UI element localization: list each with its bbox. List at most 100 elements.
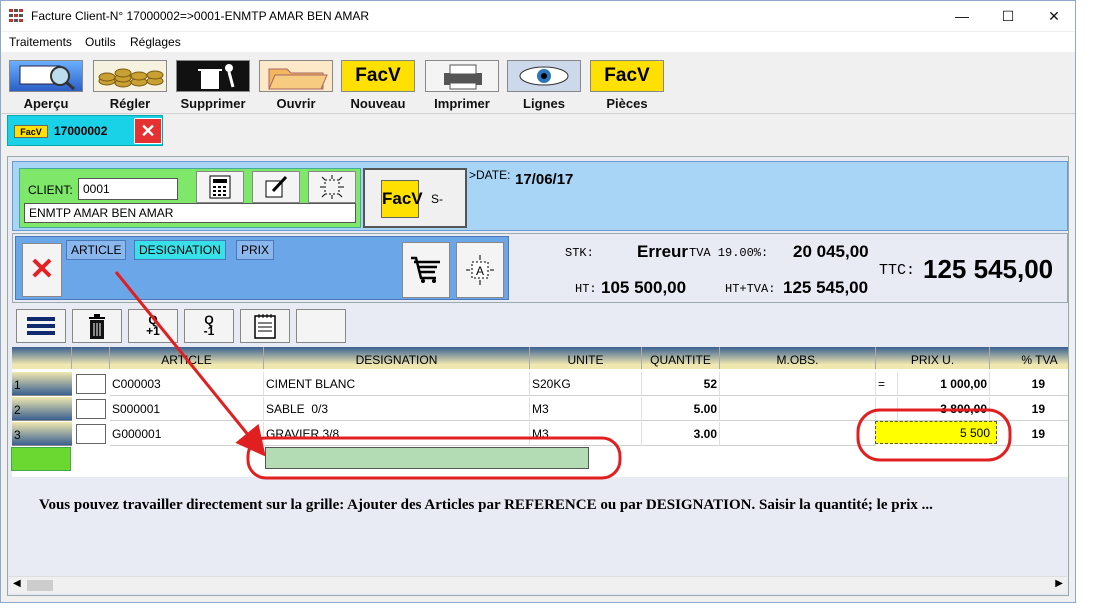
client-section: CLIENT: 0001 ENMTP AMAR BEN AMAR FacV S-… <box>12 161 1068 231</box>
nouveau-button[interactable]: FacV Nouveau <box>339 58 419 113</box>
cell-prix[interactable]: 3 800,00 <box>898 397 990 421</box>
row-checkbox[interactable] <box>76 374 106 394</box>
document-tab[interactable]: FacV 17000002 ✕ <box>7 115 163 146</box>
ht-tva-value: 125 545,00 <box>783 278 869 297</box>
column-header-unite[interactable]: UNITE <box>530 347 642 369</box>
trash-icon <box>89 314 105 339</box>
calculator-button[interactable] <box>196 171 244 203</box>
client-box: CLIENT: 0001 ENMTP AMAR BEN AMAR <box>19 168 361 228</box>
cell-prix[interactable]: 1 000,00 <box>898 372 990 396</box>
grid-toolbar: Q +1 Q -1 <box>12 307 1068 347</box>
new-article-input[interactable] <box>265 447 589 469</box>
regler-button[interactable]: Régler <box>91 58 171 113</box>
qty-minus-button[interactable]: Q -1 <box>184 309 234 343</box>
pieces-button[interactable]: FacV Pièces <box>588 58 668 113</box>
cell-mobs[interactable] <box>720 422 876 446</box>
column-header-article[interactable]: ARTICLE <box>110 347 264 369</box>
editing-price-cell[interactable]: 5 500 <box>875 421 997 444</box>
delete-row-button[interactable] <box>72 309 122 343</box>
cell-article[interactable]: C000003 <box>110 372 264 396</box>
cell-designation[interactable]: GRAVIER 3/8 <box>264 422 530 446</box>
edit-client-button[interactable] <box>252 171 300 203</box>
scroll-left-icon[interactable]: ◀ <box>13 578 21 589</box>
blank-button[interactable] <box>296 309 346 343</box>
eye-icon <box>507 60 581 92</box>
horizontal-scrollbar[interactable]: ◀ ▶ <box>9 576 1067 593</box>
date-value[interactable]: 17/06/17 <box>515 171 573 188</box>
ht-tva-label: HT+TVA: <box>725 282 776 296</box>
facv-icon: FacV <box>14 125 48 138</box>
cell-mobs[interactable] <box>720 397 876 421</box>
column-header-tva[interactable]: % TVA <box>990 347 1068 369</box>
invoice-window: Facture Client-N° 17000002=>0001-ENMTP A… <box>0 0 1076 603</box>
new-row-header[interactable] <box>11 447 71 471</box>
cell-unite[interactable]: M3 <box>530 422 642 446</box>
scroll-right-icon[interactable]: ▶ <box>1055 578 1063 589</box>
cell-unite[interactable]: M3 <box>530 397 642 421</box>
grid-menu-button[interactable] <box>16 309 66 343</box>
scrollbar-thumb[interactable] <box>27 580 53 591</box>
column-header-mobs[interactable]: M.OBS. <box>720 347 876 369</box>
cell-tva[interactable]: 19 <box>990 372 1068 396</box>
lignes-label: Lignes <box>523 96 565 111</box>
row-checkbox[interactable] <box>76 424 106 444</box>
menu-outils[interactable]: Outils <box>85 35 116 49</box>
cell-article[interactable]: G000001 <box>110 422 264 446</box>
apercu-button[interactable]: Aperçu <box>7 58 87 113</box>
cancel-article-button[interactable]: ✕ <box>22 243 62 297</box>
column-header-prix[interactable]: PRIX U. <box>876 347 990 369</box>
ouvrir-button[interactable]: Ouvrir <box>257 58 337 113</box>
row-number[interactable]: 3 <box>12 422 72 446</box>
column-header-designation[interactable]: DESIGNATION <box>264 347 530 369</box>
add-to-cart-button[interactable] <box>402 242 450 298</box>
facv-type-button[interactable]: FacV S- <box>363 168 467 228</box>
select-client-button[interactable] <box>308 171 356 203</box>
cell-unite[interactable]: S20KG <box>530 372 642 396</box>
cell-mobs[interactable] <box>720 372 876 396</box>
imprimer-button[interactable]: Imprimer <box>423 58 503 113</box>
cell-designation[interactable]: SABLE 0/3 <box>264 397 530 421</box>
lignes-button[interactable]: Lignes <box>505 58 585 113</box>
close-window-button[interactable]: ✕ <box>1031 1 1077 31</box>
cell-quantite[interactable]: 5.00 <box>642 397 720 421</box>
client-code-field[interactable]: 0001 <box>78 178 178 200</box>
cell-tva[interactable]: 19 <box>990 397 1068 421</box>
client-name-field[interactable]: ENMTP AMAR BEN AMAR <box>24 203 356 223</box>
facv-icon: FacV <box>590 60 664 92</box>
cell-quantite[interactable]: 3.00 <box>642 422 720 446</box>
supprimer-button[interactable]: Supprimer <box>174 58 254 113</box>
ouvrir-label: Ouvrir <box>276 96 316 111</box>
row-number[interactable]: 2 <box>12 397 72 421</box>
facv-icon: FacV <box>341 60 415 92</box>
menu-traitements[interactable]: Traitements <box>9 35 72 49</box>
supprimer-label: Supprimer <box>180 96 246 111</box>
help-text: Vous pouvez travailler directement sur l… <box>39 497 933 513</box>
hamburger-icon <box>27 317 55 335</box>
search-tab-designation[interactable]: DESIGNATION <box>134 240 226 260</box>
tva-label: TVA 19.00%: <box>689 246 769 260</box>
search-tab-prix[interactable]: PRIX <box>236 240 275 260</box>
minimize-button[interactable]: — <box>939 1 985 31</box>
maximize-button[interactable]: ☐ <box>985 1 1031 31</box>
cell-tva[interactable]: 19 <box>990 422 1068 446</box>
column-header-quantite[interactable]: QUANTITE <box>642 347 720 369</box>
magnifier-icon <box>9 60 83 92</box>
search-tab-article[interactable]: ARTICLE <box>66 240 127 260</box>
cell-prix-mark: = <box>876 372 898 396</box>
ht-label: HT: <box>575 282 597 296</box>
menu-bar: Traitements Outils Réglages <box>1 32 1075 52</box>
qty-plus-button[interactable]: Q +1 <box>128 309 178 343</box>
row-checkbox[interactable] <box>76 399 106 419</box>
notes-button[interactable] <box>240 309 290 343</box>
cell-quantite[interactable]: 52 <box>642 372 720 396</box>
close-document-button[interactable]: ✕ <box>134 118 162 144</box>
apercu-label: Aperçu <box>23 96 69 111</box>
cell-article[interactable]: S000001 <box>110 397 264 421</box>
corner-header <box>12 347 72 369</box>
menu-reglages[interactable]: Réglages <box>130 35 181 49</box>
article-select-button[interactable]: A <box>456 242 504 298</box>
title-bar: Facture Client-N° 17000002=>0001-ENMTP A… <box>1 1 1075 31</box>
window-title: Facture Client-N° 17000002=>0001-ENMTP A… <box>31 9 370 23</box>
cell-designation[interactable]: CIMENT BLANC <box>264 372 530 396</box>
row-number[interactable]: 1 <box>12 372 72 396</box>
